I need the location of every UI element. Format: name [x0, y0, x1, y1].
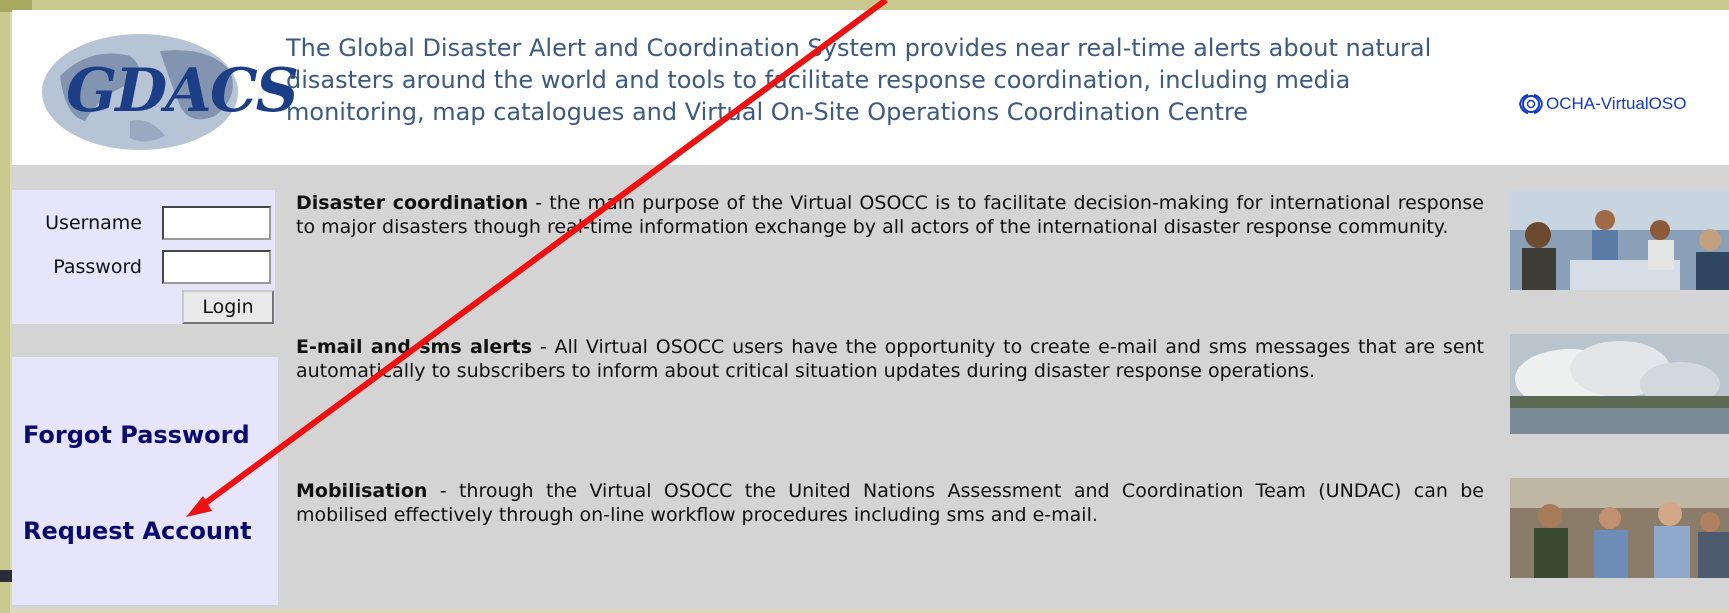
- section-email-sms-alerts: E-mail and sms alerts - All Virtual OSOC…: [296, 335, 1484, 383]
- un-emblem-icon: [1519, 94, 1543, 114]
- slide-top-stripe: [0, 0, 1729, 10]
- gdacs-page: GDACS The Global Disaster Alert and Coor…: [12, 10, 1729, 610]
- section-disaster-coordination: Disaster coordination - the main purpose…: [296, 191, 1484, 239]
- ocha-logo-text: OCHA-VirtualOSO: [1546, 94, 1687, 113]
- coordination-meeting-photo: [1510, 190, 1729, 290]
- section-title: E-mail and sms alerts: [296, 336, 533, 358]
- password-field[interactable]: [162, 250, 271, 284]
- forgot-password-link[interactable]: Forgot Password: [23, 421, 250, 449]
- account-links-panel: Forgot Password Request Account: [12, 357, 278, 605]
- username-row: Username: [12, 206, 271, 240]
- section-title: Mobilisation: [296, 480, 428, 502]
- ocha-partner-logo[interactable]: OCHA-VirtualOSO: [1518, 93, 1686, 115]
- password-label: Password: [53, 256, 142, 278]
- password-row: Password: [12, 250, 271, 284]
- section-title: Disaster coordination: [296, 192, 529, 214]
- username-field[interactable]: [162, 206, 271, 240]
- page-header: GDACS The Global Disaster Alert and Coor…: [12, 10, 1729, 165]
- section-mobilisation: Mobilisation - through the Virtual OSOCC…: [296, 479, 1484, 527]
- volcano-smoke-photo: [1510, 334, 1729, 434]
- login-panel: Username Password Login: [12, 190, 275, 324]
- undac-team-photo: [1510, 478, 1729, 578]
- slide-bottom-mark: [0, 570, 12, 582]
- gdacs-logo: GDACS: [30, 26, 299, 158]
- section-body: - through the Virtual OSOCC the United N…: [296, 480, 1484, 526]
- header-description: The Global Disaster Alert and Coordinati…: [286, 34, 1432, 126]
- username-label: Username: [45, 212, 142, 234]
- request-account-link[interactable]: Request Account: [23, 517, 252, 545]
- login-button[interactable]: Login: [182, 290, 274, 324]
- slide-left-stripe: [0, 0, 10, 613]
- logo-text: GDACS: [66, 56, 299, 126]
